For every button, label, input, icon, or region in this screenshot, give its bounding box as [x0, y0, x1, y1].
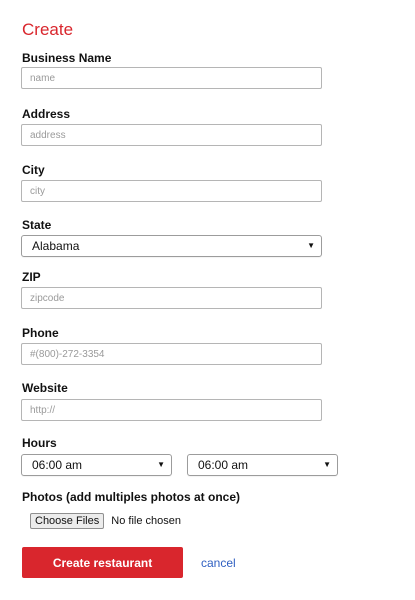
page-title: Create	[22, 20, 74, 39]
file-status-text: No file chosen	[111, 515, 181, 527]
hours-open-select[interactable]: 06:00 am ▼	[21, 454, 172, 476]
choose-files-button[interactable]: Choose Files	[30, 513, 105, 529]
zip-input[interactable]	[21, 287, 322, 309]
hours-label: Hours	[22, 436, 57, 450]
dropdown-arrow-icon: ▼	[323, 460, 331, 469]
address-input[interactable]	[21, 124, 322, 146]
cancel-link[interactable]: cancel	[201, 556, 236, 570]
dropdown-arrow-icon: ▼	[157, 460, 165, 469]
phone-label: Phone	[22, 326, 59, 340]
state-select[interactable]: Alabama ▼	[21, 235, 322, 257]
hours-close-value: 06:00 am	[198, 458, 249, 472]
photos-file-input: Choose Files No file chosen	[30, 513, 181, 529]
business-name-input[interactable]	[21, 67, 322, 89]
address-label: Address	[22, 107, 71, 121]
business-name-label: Business Name	[22, 51, 112, 65]
hours-close-select[interactable]: 06:00 am ▼	[187, 454, 338, 476]
city-label: City	[22, 163, 45, 177]
state-label: State	[22, 218, 52, 232]
city-input[interactable]	[21, 180, 322, 202]
dropdown-arrow-icon: ▼	[307, 241, 315, 250]
phone-input[interactable]	[21, 343, 322, 365]
website-label: Website	[22, 381, 68, 395]
photos-label: Photos (add multiples photos at once)	[22, 490, 241, 504]
website-input[interactable]	[21, 399, 322, 421]
zip-label: ZIP	[22, 270, 41, 284]
hours-open-value: 06:00 am	[32, 458, 83, 472]
state-select-value: Alabama	[32, 239, 80, 253]
create-restaurant-button[interactable]: Create restaurant	[22, 547, 183, 578]
